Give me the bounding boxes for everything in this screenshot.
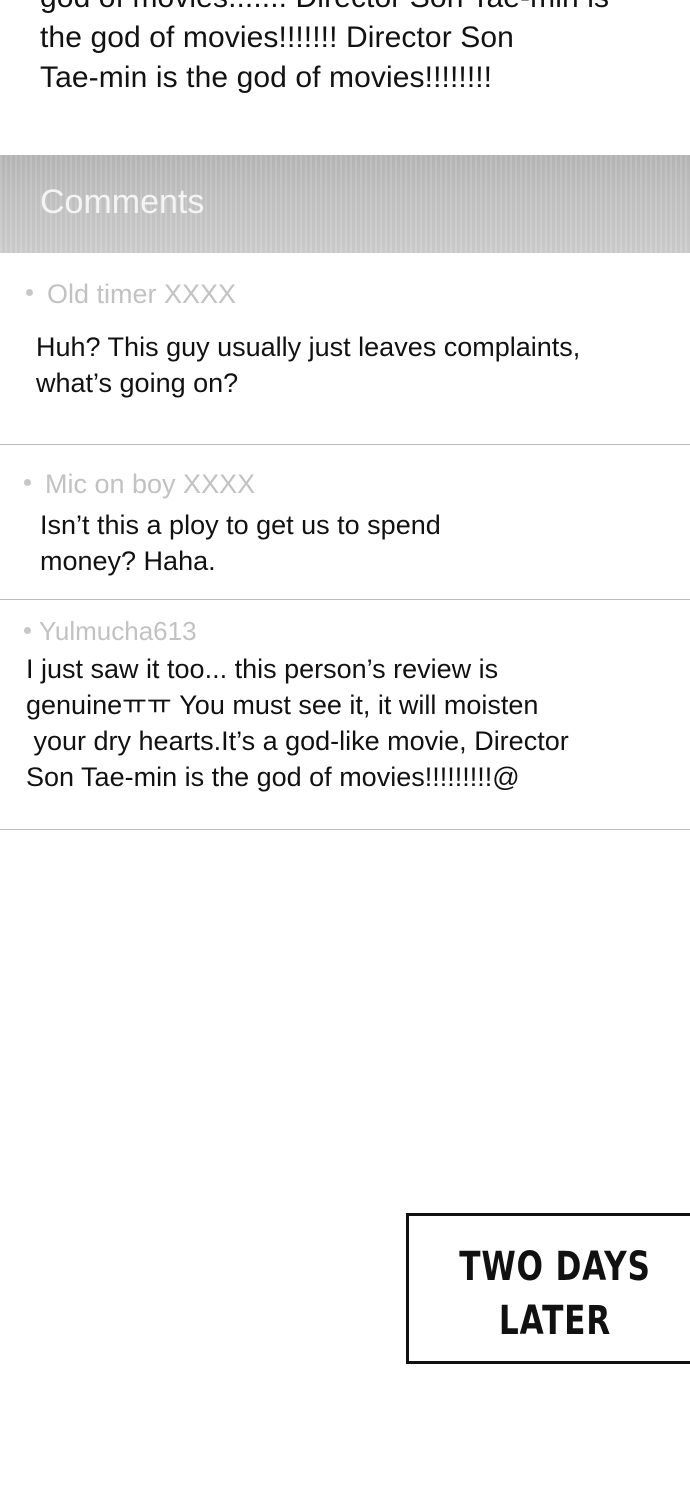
- review-line: god of movies....... Director Son Tae-mi…: [40, 0, 680, 18]
- caption-line: TWO DAYS: [459, 1244, 651, 1290]
- bullet-icon: [26, 289, 33, 297]
- comment-line: what’s going on?: [36, 368, 239, 398]
- bullet-icon: [24, 479, 31, 487]
- bullet-icon: [24, 626, 31, 634]
- comment-author-name: Old timer XXXX: [47, 279, 237, 309]
- caption-line: LATER: [498, 1298, 612, 1344]
- comment-item: Mic on boy XXXX Isn’t this a ploy to get…: [0, 445, 690, 600]
- review-text: god of movies....... Director Son Tae-mi…: [40, 0, 680, 98]
- comment-author-name: Yulmucha613: [39, 616, 197, 646]
- comment-item: Old timer XXXX Huh? This guy usually jus…: [0, 253, 690, 445]
- comment-body: I just saw it too... this person’s revie…: [26, 651, 569, 795]
- review-line: the god of movies!!!!!!! Director Son: [40, 21, 514, 54]
- comment-author[interactable]: Yulmucha613: [24, 616, 197, 647]
- comment-item: Yulmucha613 I just saw it too... this pe…: [0, 600, 690, 830]
- caption-box: TWO DAYS LATER: [406, 1213, 690, 1364]
- comment-author[interactable]: Old timer XXXX: [26, 279, 236, 310]
- comment-line: your dry hearts.It’s a god-like movie, D…: [26, 726, 569, 756]
- comment-line: Son Tae-min is the god of movies!!!!!!!!…: [26, 762, 520, 792]
- comment-author-name: Mic on boy XXXX: [45, 469, 256, 499]
- comment-line: Huh? This guy usually just leaves compla…: [36, 332, 581, 362]
- comment-body: Isn’t this a ploy to get us to spend mon…: [40, 507, 441, 579]
- caption-text: TWO DAYS LATER: [441, 1240, 669, 1348]
- comment-body: Huh? This guy usually just leaves compla…: [36, 329, 580, 401]
- comments-header: Comments: [0, 155, 690, 253]
- comment-line: money? Haha.: [40, 546, 216, 576]
- comment-line: genuineㅠㅠ You must see it, it will moist…: [26, 690, 539, 720]
- comment-divider: [0, 829, 690, 830]
- comment-line: Isn’t this a ploy to get us to spend: [40, 510, 441, 540]
- review-line: Tae-min is the god of movies!!!!!!!!: [40, 61, 493, 94]
- comment-author[interactable]: Mic on boy XXXX: [24, 469, 255, 500]
- comment-line: I just saw it too... this person’s revie…: [26, 654, 499, 684]
- comments-title: Comments: [40, 183, 205, 221]
